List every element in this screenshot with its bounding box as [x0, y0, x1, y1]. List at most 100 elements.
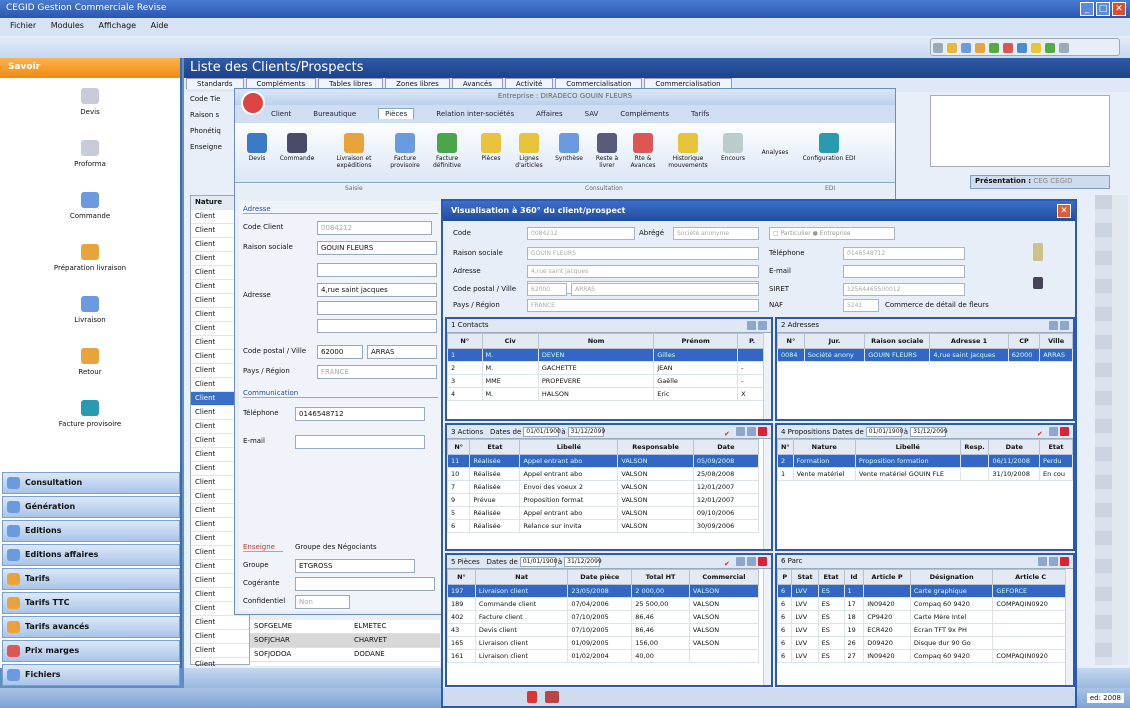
filter-panel[interactable] — [930, 95, 1110, 167]
close-button[interactable]: ✕ — [1112, 2, 1126, 16]
viz-siret-input[interactable]: 12564465500012 — [843, 283, 965, 296]
column-header[interactable]: N° — [447, 439, 471, 455]
ribbon-analyses[interactable]: Analyses — [755, 149, 795, 156]
column-header[interactable]: Raison sociale — [864, 333, 931, 349]
parc-scrollbar[interactable] — [1065, 569, 1073, 685]
column-header[interactable]: Nom — [537, 333, 655, 349]
folder-icon[interactable] — [947, 43, 957, 53]
code-client-input[interactable]: 0084212 — [317, 221, 432, 235]
propositions-date-from[interactable]: 01/01/1900 — [865, 427, 903, 437]
confidentiel-select[interactable]: Non — [295, 595, 350, 609]
tab-complements-ent[interactable]: Compléments — [620, 110, 669, 118]
viz-type-selector[interactable]: □ Particulier ● Entreprise — [769, 227, 895, 240]
cp-input[interactable]: 62000 — [317, 345, 363, 359]
ville-input[interactable]: ARRAS — [367, 345, 437, 359]
column-header[interactable]: Jur. — [803, 333, 866, 349]
tool-icon[interactable] — [975, 43, 985, 53]
actions-scrollbar[interactable] — [763, 439, 771, 549]
table-row[interactable]: 7 Réalisée Envoi des voeux 2 VALSON 12/01/20… — [447, 480, 760, 494]
tab-affaires[interactable]: Affaires — [536, 110, 563, 118]
table-row[interactable]: SOFGELME ELMETEC — [250, 620, 440, 634]
export-icon[interactable] — [758, 321, 767, 330]
group-editions[interactable]: Editions — [2, 520, 180, 542]
actions-date-to[interactable]: 31/12/2099 — [567, 427, 605, 437]
raison-sociale-2-input[interactable] — [317, 263, 437, 277]
viz-cp-input[interactable]: 62000 — [527, 283, 567, 296]
group-generation[interactable]: Génération — [2, 496, 180, 518]
delete-icon[interactable] — [758, 427, 767, 436]
column-header[interactable]: N° — [777, 439, 794, 455]
grid-icon[interactable] — [747, 321, 756, 330]
table-row[interactable]: 4 M. HALSON Eric X — [447, 387, 767, 401]
delete-icon[interactable] — [1060, 427, 1069, 436]
table-row[interactable]: 1 Vente matériel Vente matériel GOUIN FLE 3… — [777, 467, 1073, 481]
adresse-2-input[interactable] — [317, 301, 437, 315]
window-icon[interactable] — [933, 43, 943, 53]
viz-raison-input[interactable]: GOUIN FLEURS — [527, 247, 759, 260]
maximize-button[interactable]: □ — [1096, 2, 1110, 16]
ribbon-reste-livrer[interactable]: Reste à livrer — [589, 133, 625, 169]
nav-preparation-livraison[interactable]: Préparation livraison — [0, 244, 180, 272]
group-tarifs-ttc[interactable]: Tarifs TTC — [2, 592, 180, 614]
telephone-input[interactable]: 0146548712 — [295, 407, 425, 421]
table-row[interactable]: 6 LVV ES 26 D09420 Disque dur 90 Go — [777, 636, 1069, 650]
column-header[interactable]: CP — [1007, 333, 1041, 349]
table-row[interactable]: 197 Livraison client 23/05/2008 2 000,00 VAL… — [447, 584, 760, 598]
table-row[interactable]: 6 LVV ES 17 IN09420 Compaq 60 9420 COMPAQIN092… — [777, 597, 1069, 611]
pieces-scrollbar[interactable] — [763, 569, 771, 685]
column-header[interactable]: Total HT — [631, 569, 690, 585]
menu-modules[interactable]: Modules — [51, 21, 84, 30]
validate-icon[interactable]: ✔ — [1037, 430, 1047, 439]
nav-proforma[interactable]: Proforma — [0, 140, 180, 168]
nav-commande[interactable]: Commande — [0, 192, 180, 220]
table-row[interactable]: 11 Réalisée Appel entrant abo VALSON 05/09/2… — [447, 454, 760, 468]
pieces-date-to[interactable]: 31/12/2099 — [564, 557, 602, 567]
nav-livraison[interactable]: Livraison — [0, 296, 180, 324]
cogerant-input[interactable] — [295, 577, 435, 591]
column-header[interactable]: Nature — [792, 439, 856, 455]
nav-retour[interactable]: Retour — [0, 348, 180, 376]
column-header[interactable]: P — [777, 569, 793, 585]
grid-icon[interactable] — [736, 427, 745, 436]
column-header[interactable]: Stat — [791, 569, 819, 585]
grid-icon[interactable] — [1049, 427, 1058, 436]
column-header[interactable]: Nat — [474, 569, 569, 585]
ribbon-configuration-edi[interactable]: Configuration EDI — [801, 133, 857, 162]
delete-icon[interactable] — [1060, 557, 1069, 566]
tab-tarifs-ent[interactable]: Tarifs — [691, 110, 709, 118]
nav-devis[interactable]: Devis — [0, 88, 180, 116]
validate-icon[interactable]: ✔ — [724, 430, 734, 439]
tab-relation[interactable]: Relation inter-sociétés — [436, 110, 514, 118]
menu-affichage[interactable]: Affichage — [99, 21, 137, 30]
column-header[interactable]: Civ — [481, 333, 539, 349]
table-row[interactable]: 0084 Société anony GOUIN FLEURS 4,rue saint… — [777, 348, 1073, 362]
viz-ville-input[interactable]: ARRAS — [571, 283, 759, 296]
star-icon[interactable] — [1031, 43, 1041, 53]
column-header[interactable]: Libellé — [519, 439, 619, 455]
info-icon[interactable] — [1017, 43, 1027, 53]
column-header[interactable]: Libellé — [854, 439, 961, 455]
table-row[interactable]: 2 M. GACHETTE JEAN - — [447, 361, 767, 375]
pays-select[interactable]: FRANCE — [317, 365, 437, 379]
pieces-date-from[interactable]: 01/01/1900 — [519, 557, 557, 567]
group-editions-affaires[interactable]: Editions affaires — [2, 544, 180, 566]
ribbon-livraison[interactable]: Livraison et expéditions — [327, 133, 381, 169]
ribbon-devis[interactable]: Devis — [235, 133, 279, 162]
viz-email-input[interactable] — [843, 265, 965, 278]
list-item[interactable]: Client — [191, 644, 249, 658]
adresse-3-input[interactable] — [317, 319, 437, 333]
column-header[interactable]: Id — [843, 569, 865, 585]
table-row[interactable]: SOFJODOA DODANE — [250, 648, 440, 662]
list-item[interactable]: Client — [191, 630, 249, 644]
group-prix-marges[interactable]: Prix marges — [2, 640, 180, 662]
layout-icon[interactable] — [961, 43, 971, 53]
column-header[interactable]: Désignation — [909, 569, 994, 585]
column-header[interactable]: Commercial — [688, 569, 760, 585]
app-logo-icon[interactable] — [241, 91, 265, 115]
column-header[interactable]: N° — [447, 569, 476, 585]
ribbon-commande[interactable]: Commande — [275, 133, 319, 162]
grid-icon[interactable] — [1038, 557, 1047, 566]
table-row[interactable]: 6 Réalisée Relance sur invita VALSON 30/09/2… — [447, 519, 760, 533]
table-row[interactable]: 2 Formation Proposition formation 06/11/200… — [777, 454, 1073, 468]
adresse-1-input[interactable]: 4,rue saint jacques — [317, 283, 437, 297]
